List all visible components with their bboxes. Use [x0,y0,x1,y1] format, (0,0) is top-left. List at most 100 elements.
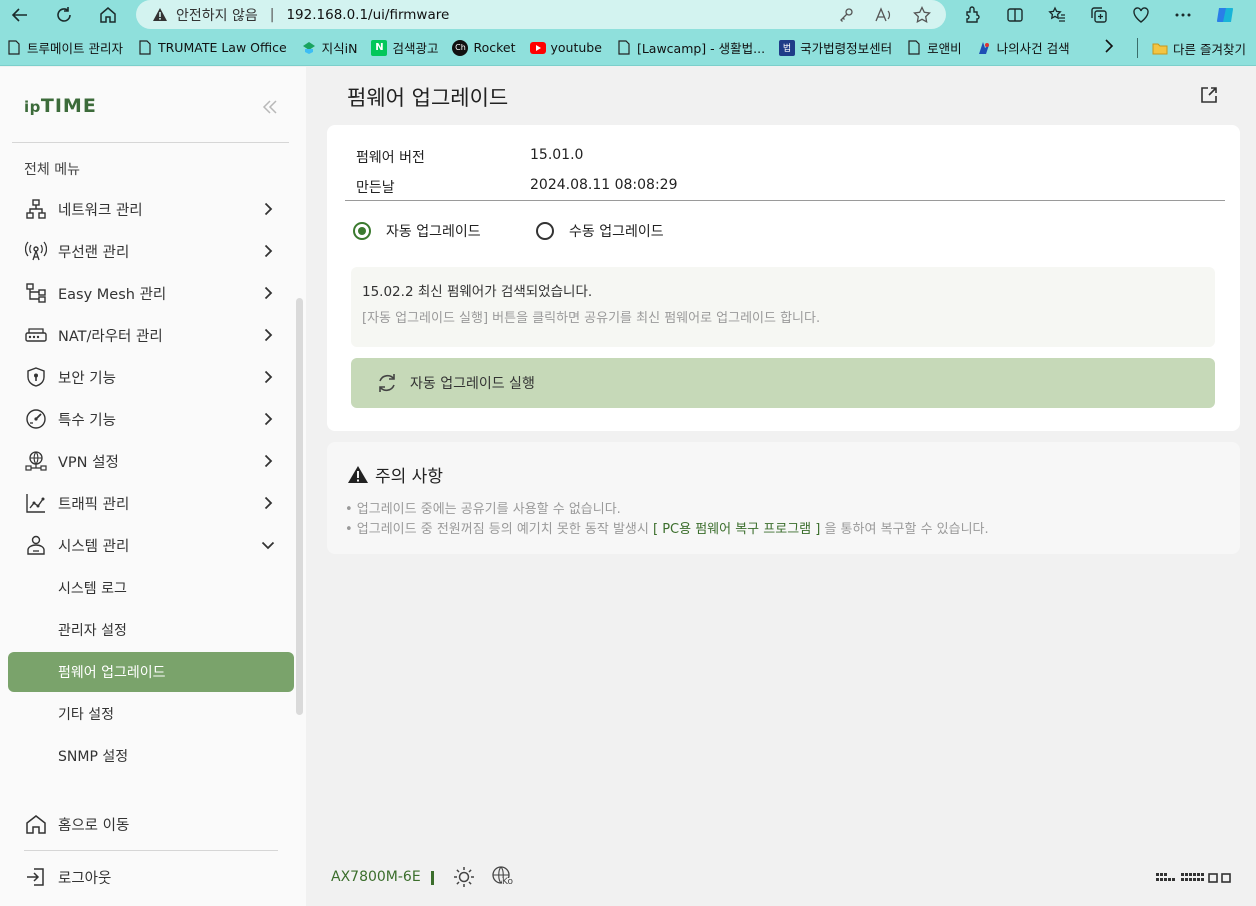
sidebar-subitem-firmware-upgrade[interactable]: 펌웨어 업그레이드 [8,652,294,692]
bookmark-label: youtube [550,40,602,55]
warning-icon [152,7,168,22]
sidebar-subitem-label: SNMP 설정 [58,749,129,765]
logout-link[interactable]: 로그아웃 [8,857,294,897]
dense-grid-icon[interactable] [1181,871,1205,887]
sidebar-subitem-label: 기타 설정 [58,707,114,723]
sidebar-subitem-label: 관리자 설정 [58,623,127,639]
sidebar-item-special[interactable]: 특수 기능 [8,399,294,439]
address-separator: | [269,6,275,23]
auto-upgrade-radio[interactable]: 자동 업그레이드 [353,221,481,241]
favorite-star-icon[interactable] [910,3,934,27]
other-favorites-folder[interactable]: 다른 즐겨찾기 [1152,39,1246,58]
bookmark-item[interactable]: 로앤비 [906,38,962,57]
build-date-label: 만든날 [356,180,395,196]
back-button[interactable] [6,2,34,28]
bookmark-item[interactable]: [Lawcamp] - 생활법... [616,38,765,57]
double-chevron-left-icon [262,100,277,114]
manual-upgrade-label: 수동 업그레이드 [569,224,664,240]
wide-view-icon[interactable] [1221,871,1231,887]
copilot-icon[interactable] [1210,2,1240,28]
bookmark-item[interactable]: 법 국가법령정보센터 [779,38,892,57]
compact-grid-icon[interactable] [1156,871,1178,887]
sidebar-item-wireless[interactable]: 무선랜 관리 [8,231,294,271]
bookmark-label: [Lawcamp] - 생활법... [636,41,766,56]
chevron-down-icon [260,537,276,553]
sidebar-item-nat-router[interactable]: NAT/라우터 관리 [8,315,294,355]
sidebar-item-system[interactable]: 시스템 관리 [8,525,294,565]
manual-upgrade-radio[interactable]: 수동 업그레이드 [536,221,664,241]
url-text: 192.168.0.1/ui/firmware [286,6,450,23]
sidebar-subitem-other-settings[interactable]: 기타 설정 [8,694,294,734]
bookmarks-overflow-button[interactable] [1104,38,1114,57]
chevron-right-icon [260,495,276,511]
sidebar-item-network[interactable]: 네트워크 관리 [8,189,294,229]
iptime-logo[interactable]: ipTIME [24,95,97,117]
bookmark-label: TRUMATE Law Office [157,40,287,55]
caution-title: 주의 사항 [347,462,443,487]
sidebar-item-label: Easy Mesh 관리 [58,286,167,303]
sidebar-item-easymesh[interactable]: Easy Mesh 관리 [8,273,294,313]
home-link-label: 홈으로 이동 [58,817,130,834]
favorites-list-icon[interactable] [1042,2,1072,28]
notice-hint-text: [자동 업그레이드 실행] 버튼을 클릭하면 공유기를 최신 펌웨어로 업그레이… [362,311,821,326]
build-date-value: 2024.08.11 08:08:29 [530,177,678,193]
home-button[interactable] [94,2,122,28]
sidebar-subitem-system-log[interactable]: 시스템 로그 [8,568,294,608]
sidebar-subitem-snmp-settings[interactable]: SNMP 설정 [8,736,294,776]
vpn-icon [24,449,48,473]
sidebar-item-security[interactable]: 보안 기능 [8,357,294,397]
health-icon[interactable] [1126,2,1156,28]
bookmark-item[interactable]: 지식iN [301,38,358,57]
sidebar-item-label: 무선랜 관리 [58,244,130,261]
home-link[interactable]: 홈으로 이동 [8,804,294,844]
notice-found-text: 15.02.2 최신 펌웨어가 검색되었습니다. [362,284,593,300]
chevron-right-icon [260,243,276,259]
caution-card: 주의 사항 • 업그레이드 중에는 공유기를 사용할 수 없습니다. • 업그레… [327,442,1240,554]
sun-icon [454,867,474,887]
single-view-icon[interactable] [1208,871,1218,887]
bookmark-item[interactable]: N 검색광고 [371,38,438,57]
language-badge: Ko [502,877,513,887]
bookmark-label: 나의사건 검색 [996,41,1070,56]
folder-icon [1152,42,1168,55]
sidebar-subitem-label: 시스템 로그 [58,581,127,597]
extensions-icon[interactable] [958,2,988,28]
sidebar-item-traffic[interactable]: 트래픽 관리 [8,483,294,523]
collapse-sidebar-button[interactable] [262,95,278,119]
refresh-button[interactable] [50,2,78,28]
language-button[interactable]: Ko [491,865,515,889]
caution-line-2-suffix: 을 통하여 복구할 수 있습니다. [824,522,989,537]
sidebar-subitem-admin-settings[interactable]: 관리자 설정 [8,610,294,650]
radio-unselected-indicator [536,222,554,240]
logout-icon [24,865,48,889]
key-icon[interactable] [834,3,858,27]
chevron-right-icon [260,201,276,217]
export-button[interactable] [1196,82,1222,108]
run-auto-upgrade-button[interactable]: 자동 업그레이드 실행 [351,358,1215,408]
read-aloud-icon[interactable] [872,3,896,27]
bookmark-item[interactable]: TRUMATE Law Office [137,40,287,56]
bookmark-label: 지식iN [321,41,358,56]
caution-line-2: • 업그레이드 중 전원꺼짐 등의 예기치 못한 동작 발생시 [ PC용 펌웨… [345,518,989,537]
traffic-icon [24,491,48,515]
sidebar-divider [12,142,289,143]
more-menu-icon[interactable] [1168,2,1198,28]
bookmark-item[interactable]: youtube [529,40,602,56]
address-bar[interactable]: 안전하지 않음 | 192.168.0.1/ui/firmware [136,0,946,29]
bookmark-item[interactable]: 나의사건 검색 [976,38,1070,57]
bookmark-item[interactable]: 트루메이트 관리자 [6,38,123,57]
theme-toggle-button[interactable] [452,865,476,889]
collections-icon[interactable] [1084,2,1114,28]
sidebar-item-vpn[interactable]: VPN 설정 [8,441,294,481]
recovery-program-link[interactable]: [ PC용 펌웨어 복구 프로그램 ] [653,522,820,537]
chevron-right-icon [260,327,276,343]
sidebar-heading: 전체 메뉴 [24,162,80,178]
auto-upgrade-label: 자동 업그레이드 [386,224,481,240]
system-icon [24,533,48,557]
page-icon [6,40,22,56]
sidebar-scrollbar[interactable] [296,298,303,715]
rocket-icon: Ch [452,39,469,56]
model-name: AX7800M-6E [331,869,421,885]
bookmark-item[interactable]: Ch Rocket [452,39,516,56]
split-screen-icon[interactable] [1000,2,1030,28]
